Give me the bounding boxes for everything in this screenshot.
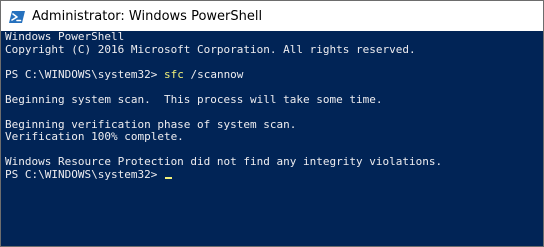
console-output[interactable]: Windows PowerShell Copyright (C) 2016 Mi… [1,30,543,246]
output-line: Verification 100% complete. [5,130,184,143]
text-cursor [164,176,172,179]
header-line: Windows PowerShell [5,30,125,43]
title-bar[interactable]: Administrator: Windows PowerShell [1,1,543,31]
copyright-line: Copyright (C) 2016 Microsoft Corporation… [5,42,416,56]
powershell-icon [9,9,25,23]
command-line: PS C:\WINDOWS\system32> sfc /scannow [5,67,442,82]
prompt-text: PS C:\WINDOWS\system32> [5,167,164,181]
powershell-window: Administrator: Windows PowerShell Window… [0,0,544,247]
command-args: /scannow [183,67,244,81]
output-line: Beginning system scan. This process will… [5,92,383,106]
command-name: sfc [163,67,184,81]
active-prompt-line[interactable]: PS C:\WINDOWS\system32> [5,167,442,182]
prompt-text: PS C:\WINDOWS\system32> [5,67,164,81]
window-title: Administrator: Windows PowerShell [32,9,263,24]
